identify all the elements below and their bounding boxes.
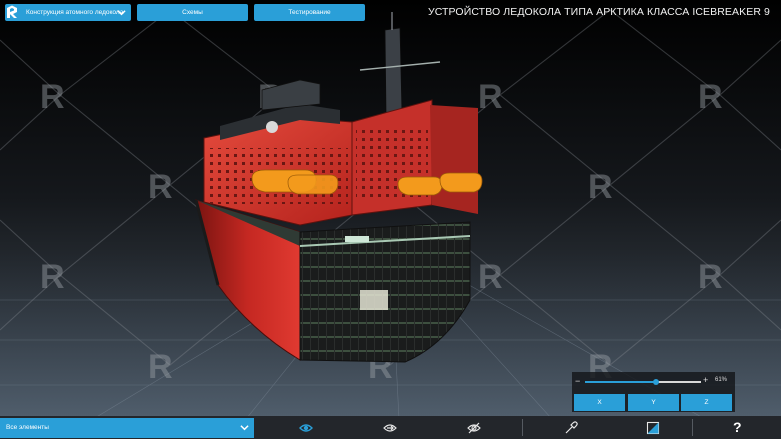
slider-fill: [585, 381, 656, 383]
svg-text:R: R: [478, 78, 503, 116]
svg-text:R: R: [698, 78, 723, 116]
bottom-toolbar: Все элементы ?: [0, 416, 781, 439]
slider-decrease-button[interactable]: −: [575, 376, 580, 386]
slider-handle[interactable]: [652, 379, 659, 385]
chevron-down-icon: [117, 10, 126, 16]
opacity-icon[interactable]: [646, 421, 660, 435]
app-logo-icon[interactable]: [4, 4, 20, 20]
toolbar-divider: [692, 419, 693, 436]
elements-select[interactable]: Все элементы: [0, 418, 254, 438]
eye-icon[interactable]: [299, 421, 313, 435]
slider-value: 61%: [715, 377, 728, 383]
toolbar-divider: [522, 419, 523, 436]
svg-text:R: R: [40, 258, 65, 296]
chevron-down-icon: [240, 425, 249, 431]
section-plane-slider[interactable]: [585, 379, 701, 385]
section-select-label: Конструкция атомного ледокола: [26, 9, 124, 16]
elements-select-label: Все элементы: [6, 424, 49, 431]
page-title: УСТРОЙСТВО ЛЕДОКОЛА ТИПА АРКТИКА КЛАССА …: [427, 6, 770, 18]
tab-testing[interactable]: Тестирование: [254, 4, 365, 21]
eye-arrow-icon[interactable]: [383, 421, 397, 435]
section-select[interactable]: Конструкция атомного ледокола: [5, 4, 131, 21]
svg-text:R: R: [40, 78, 65, 116]
svg-text:R: R: [148, 168, 173, 206]
help-button[interactable]: ?: [733, 419, 742, 435]
axis-y-button[interactable]: Y: [628, 394, 679, 411]
svg-text:R: R: [588, 168, 613, 206]
section-plane-panel: − + 61% X Y Z: [572, 372, 735, 412]
svg-text:R: R: [478, 258, 503, 296]
svg-text:R: R: [148, 348, 173, 386]
top-bar: Конструкция атомного ледокола Схемы Тест…: [0, 0, 781, 26]
tab-schemes[interactable]: Схемы: [137, 4, 248, 21]
eye-off-icon[interactable]: [467, 421, 481, 435]
slider-increase-button[interactable]: +: [703, 375, 708, 385]
axis-z-button[interactable]: Z: [681, 394, 732, 411]
eyedropper-icon[interactable]: [564, 421, 578, 435]
svg-text:R: R: [698, 258, 723, 296]
axis-x-button[interactable]: X: [574, 394, 625, 411]
